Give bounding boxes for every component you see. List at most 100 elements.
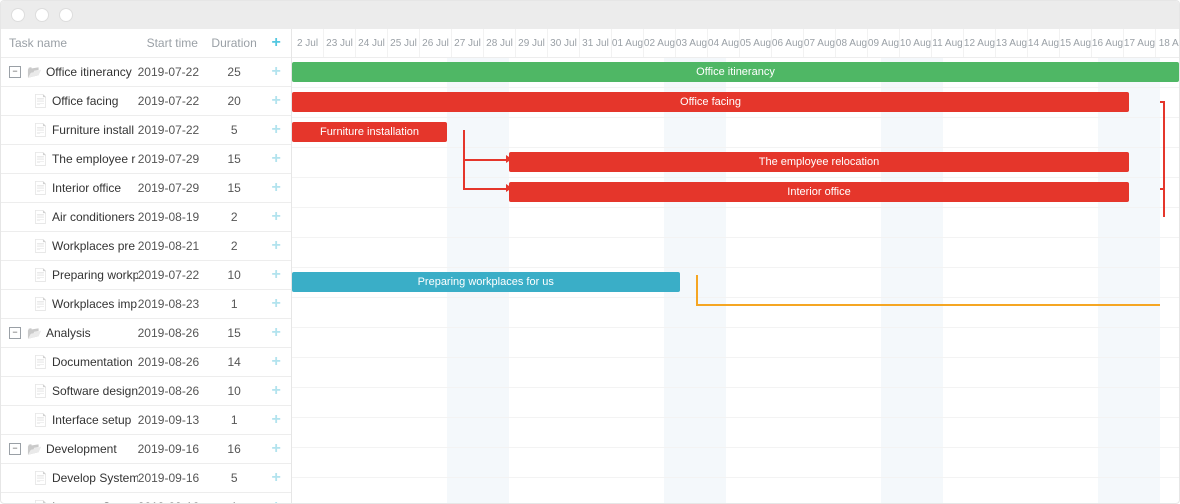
gantt-container: Task name Start time Duration + −Office … [1, 29, 1179, 503]
table-row[interactable]: −Office itinerancy2019-07-2225+ [1, 58, 291, 87]
file-icon [33, 413, 48, 427]
add-child-button[interactable]: + [272, 150, 281, 167]
day-header: 01 Aug [612, 29, 644, 57]
toggle-icon[interactable]: − [9, 66, 21, 78]
file-icon [33, 471, 48, 485]
task-duration: 14 [207, 355, 261, 369]
file-icon [33, 384, 48, 398]
gantt-bar[interactable]: Interior office [509, 182, 1129, 202]
file-icon [33, 500, 48, 503]
add-child-button[interactable]: + [272, 208, 281, 225]
timeline-header: 2 Jul23 Jul24 Jul25 Jul26 Jul27 Jul28 Ju… [292, 29, 1179, 58]
day-header: 23 Jul [324, 29, 356, 57]
table-row[interactable]: Preparing workp2019-07-2210+ [1, 261, 291, 290]
day-header: 09 Aug [868, 29, 900, 57]
folder-icon [27, 442, 42, 456]
task-duration: 10 [207, 384, 261, 398]
task-name: Documentation [52, 355, 133, 369]
day-header: 04 Aug [708, 29, 740, 57]
add-child-button[interactable]: + [272, 179, 281, 196]
add-child-button[interactable]: + [272, 295, 281, 312]
table-row[interactable]: −Development2019-09-1616+ [1, 435, 291, 464]
table-row[interactable]: The employee r2019-07-2915+ [1, 145, 291, 174]
table-row[interactable]: Furniture install2019-07-225+ [1, 116, 291, 145]
task-duration: 10 [207, 268, 261, 282]
folder-icon [27, 65, 42, 79]
task-duration: 5 [207, 471, 261, 485]
day-header: 08 Aug [836, 29, 868, 57]
timeline-row [292, 418, 1179, 448]
timeline-row: Furniture installation [292, 118, 1179, 148]
task-start: 2019-09-16 [138, 500, 207, 503]
day-header: 18 Au [1156, 29, 1179, 57]
timeline-row: Preparing workplaces for us [292, 268, 1179, 298]
task-duration: 5 [207, 123, 261, 137]
gantt-bar[interactable]: The employee relocation [509, 152, 1129, 172]
add-child-button[interactable]: + [272, 382, 281, 399]
task-duration: 15 [207, 152, 261, 166]
window-control-close[interactable] [11, 8, 25, 22]
timeline-body[interactable]: Office itinerancy Office facing Furniture … [292, 58, 1179, 503]
task-name: Workplaces imp [52, 297, 137, 311]
task-start: 2019-08-26 [138, 326, 207, 340]
gantt-bar[interactable]: Office facing [292, 92, 1129, 112]
gantt-bar[interactable]: Office itinerancy [292, 62, 1179, 82]
day-header: 02 Aug [644, 29, 676, 57]
table-row[interactable]: Integrate System2019-09-161+ [1, 493, 291, 503]
timeline-row [292, 208, 1179, 238]
gantt-bar[interactable]: Preparing workplaces for us [292, 272, 680, 292]
add-task-button[interactable]: + [271, 34, 280, 51]
task-name: Development [46, 442, 117, 456]
day-header: 07 Aug [804, 29, 836, 57]
task-name: Furniture install [52, 123, 134, 137]
table-row[interactable]: Interior office2019-07-2915+ [1, 174, 291, 203]
task-name: Analysis [46, 326, 91, 340]
task-duration: 2 [207, 210, 261, 224]
day-header: 13 Aug [996, 29, 1028, 57]
add-child-button[interactable]: + [272, 353, 281, 370]
add-child-button[interactable]: + [272, 266, 281, 283]
table-row[interactable]: Software design2019-08-2610+ [1, 377, 291, 406]
add-child-button[interactable]: + [272, 92, 281, 109]
task-duration: 2 [207, 239, 261, 253]
timeline-row [292, 238, 1179, 268]
table-row[interactable]: Documentation 2019-08-2614 + [1, 348, 291, 377]
table-row[interactable]: Interface setup2019-09-131+ [1, 406, 291, 435]
task-name: The employee r [52, 152, 135, 166]
add-child-button[interactable]: + [272, 411, 281, 428]
timeline-row: Interior office [292, 178, 1179, 208]
task-start: 2019-08-26 [138, 384, 207, 398]
day-header: 31 Jul [580, 29, 612, 57]
timeline[interactable]: 2 Jul23 Jul24 Jul25 Jul26 Jul27 Jul28 Ju… [292, 29, 1179, 503]
file-icon [33, 94, 48, 108]
table-row[interactable]: Air conditioners2019-08-192+ [1, 203, 291, 232]
add-child-button[interactable]: + [271, 63, 280, 80]
table-row[interactable]: Workplaces pre2019-08-212 + [1, 232, 291, 261]
task-start: 2019-08-21 [138, 239, 207, 253]
toggle-icon[interactable]: − [9, 327, 21, 339]
task-name: Workplaces pre [52, 239, 135, 253]
add-child-button[interactable]: + [272, 469, 281, 486]
task-rows: −Office itinerancy2019-07-2225+Office fa… [1, 58, 291, 503]
task-start: 2019-08-26 [138, 355, 207, 369]
task-duration: 1 [207, 413, 261, 427]
day-header: 10 Aug [900, 29, 932, 57]
table-row[interactable]: Workplaces imp2019-08-231+ [1, 290, 291, 319]
add-child-button[interactable]: + [271, 440, 280, 457]
day-header: 16 Aug [1092, 29, 1124, 57]
day-header: 26 Jul [420, 29, 452, 57]
window-control-min[interactable] [35, 8, 49, 22]
gantt-bar[interactable]: Furniture installation [292, 122, 447, 142]
add-child-button[interactable]: + [272, 498, 281, 503]
task-name: Interface setup [52, 413, 131, 427]
add-child-button[interactable]: + [272, 237, 281, 254]
table-row[interactable]: −Analysis2019-08-2615+ [1, 319, 291, 348]
window-control-max[interactable] [59, 8, 73, 22]
task-start: 2019-08-19 [138, 210, 207, 224]
table-row[interactable]: Develop System2019-09-165+ [1, 464, 291, 493]
add-child-button[interactable]: + [272, 121, 281, 138]
toggle-icon[interactable]: − [9, 443, 21, 455]
add-child-button[interactable]: + [271, 324, 280, 341]
table-row[interactable]: Office facing2019-07-2220+ [1, 87, 291, 116]
timeline-row: Office facing [292, 88, 1179, 118]
